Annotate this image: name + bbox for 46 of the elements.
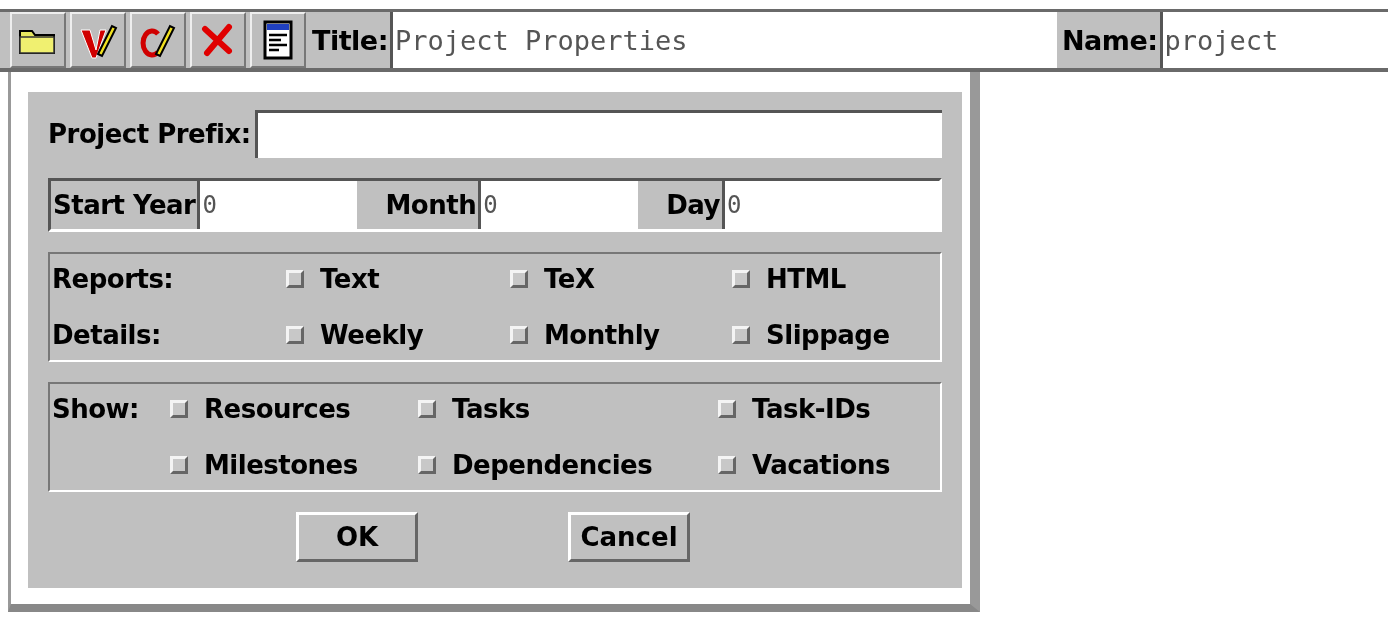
checkbox-label: Task-IDs (752, 394, 871, 424)
group-label: Details: (52, 320, 162, 350)
date-label: Day (665, 189, 721, 222)
date-label: Month (384, 189, 478, 222)
title-field[interactable]: Project Properties (389, 12, 1057, 68)
name-field[interactable]: project (1159, 12, 1388, 68)
checkbox-label: TeX (544, 264, 595, 294)
folder-button[interactable] (10, 12, 66, 68)
check-c-button[interactable] (130, 12, 186, 68)
checkbox-label: Slippage (766, 320, 890, 350)
checkbox-label: Tasks (452, 394, 530, 424)
checkbox[interactable] (732, 326, 750, 344)
checkbox-label: Dependencies (452, 450, 653, 480)
checkbox-label: Milestones (204, 450, 358, 480)
checkbox[interactable] (286, 270, 304, 288)
show-label: Show: (52, 394, 140, 424)
close-icon (201, 23, 235, 57)
checkbox[interactable] (286, 326, 304, 344)
cancel-button[interactable]: Cancel (568, 512, 690, 562)
date-field[interactable]: 0 (478, 181, 639, 229)
project-prefix-field[interactable] (254, 110, 942, 158)
group-label: Reports: (52, 264, 175, 294)
checkbox[interactable] (170, 400, 188, 418)
checkbox[interactable] (510, 326, 528, 344)
document-button[interactable] (250, 12, 306, 68)
checkbox-label: Resources (204, 394, 351, 424)
ok-button[interactable]: OK (296, 512, 418, 562)
date-field[interactable]: 0 (721, 181, 939, 229)
checkbox-label: Weekly (320, 320, 424, 350)
document-icon (263, 20, 293, 60)
checkbox[interactable] (170, 456, 188, 474)
checkbox-label: HTML (766, 264, 846, 294)
check-v-button[interactable] (70, 12, 126, 68)
date-field[interactable]: 0 (197, 181, 358, 229)
checkbox[interactable] (732, 270, 750, 288)
checkbox[interactable] (418, 400, 436, 418)
date-label: Start Year (52, 189, 197, 222)
checkbox-label: Vacations (752, 450, 890, 480)
checkbox-label: Text (320, 264, 380, 294)
checkbox[interactable] (418, 456, 436, 474)
checkbox[interactable] (510, 270, 528, 288)
checkbox[interactable] (718, 456, 736, 474)
delete-button[interactable] (190, 12, 246, 68)
checkbox[interactable] (718, 400, 736, 418)
project-prefix-label: Project Prefix: (48, 119, 251, 149)
checkbox-label: Monthly (544, 320, 660, 350)
